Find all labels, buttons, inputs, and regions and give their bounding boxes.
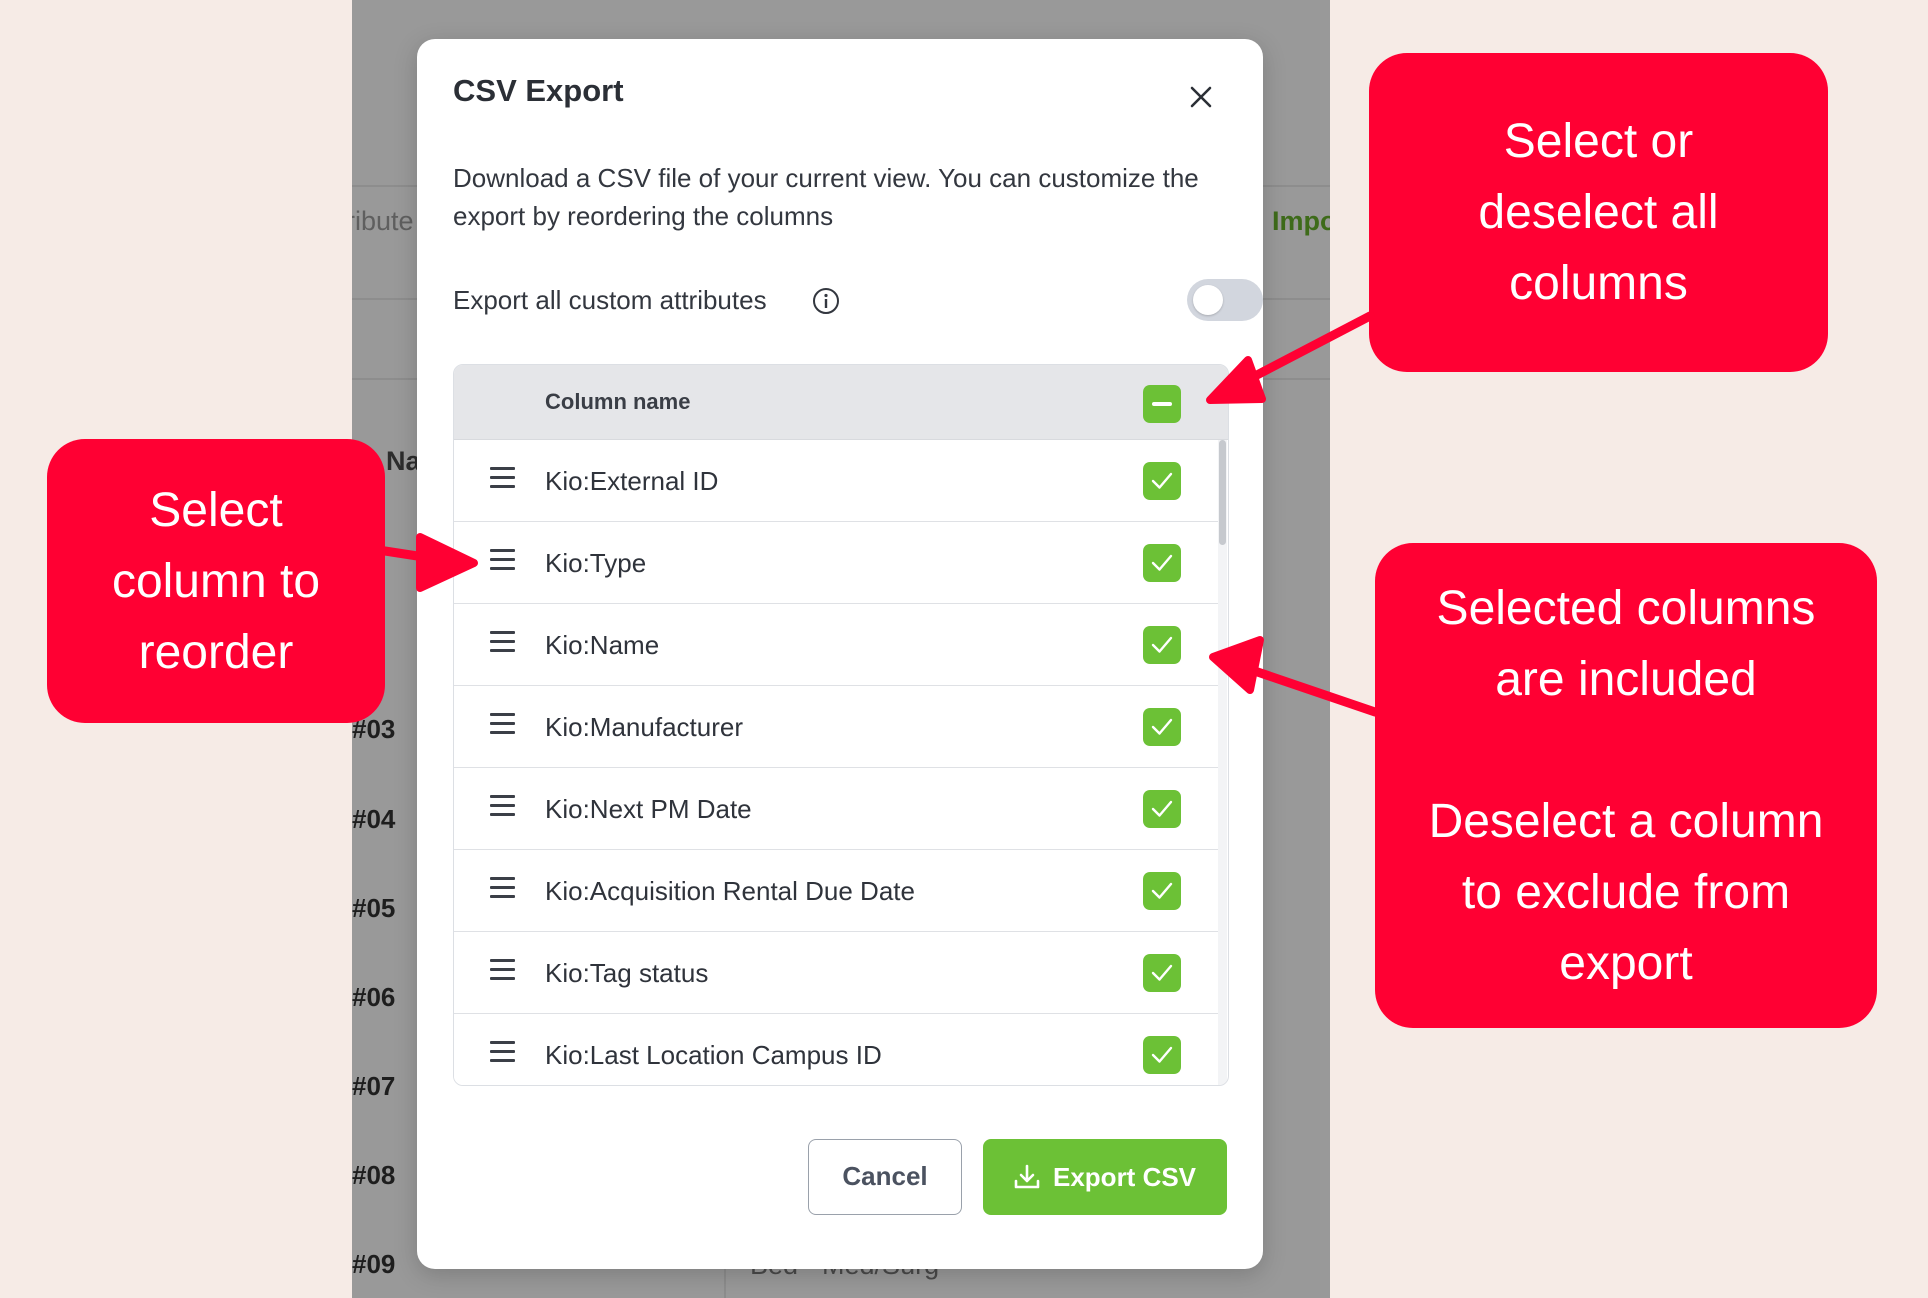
background-row-id: #09 [352,1249,396,1279]
column-row[interactable]: Kio:Manufacturer [454,686,1218,768]
table-header: Column name [454,365,1228,440]
background-column-header: Na [386,446,421,476]
column-checkbox[interactable] [1143,790,1181,828]
drag-handle-icon[interactable] [490,631,516,653]
column-list: Kio:External ID Kio:Type Kio:Name Kio:Manuf… [454,440,1218,1085]
toggle-label: Export all custom attributes [453,285,767,315]
column-row[interactable]: Kio:Name [454,604,1218,686]
drag-handle-icon[interactable] [490,959,516,981]
column-name-header: Column name [545,389,691,414]
scrollbar-thumb[interactable] [1219,440,1226,545]
callout-selected-text: Selected columns are included Deselect a… [1428,581,1824,990]
background-row-id: #08 [352,1160,396,1190]
column-row-label: Kio:Last Location Campus ID [545,1040,882,1070]
column-row-label: Kio:Type [545,548,647,578]
background-row-id: #04 [352,804,396,834]
background-row-id: #07 [352,1071,396,1101]
callout-selected-columns: Selected columns are included Deselect a… [1375,543,1877,1028]
info-icon[interactable] [812,287,840,315]
dialog-description: Download a CSV file of your current view… [453,163,1199,231]
export-custom-attributes-row: Export all custom attributes [453,279,1263,325]
drag-handle-icon[interactable] [490,549,516,571]
download-icon [1014,1164,1040,1189]
column-row-label: Kio:Manufacturer [545,712,743,742]
column-checkbox[interactable] [1143,954,1181,992]
column-checkbox[interactable] [1143,626,1181,664]
select-all-checkbox[interactable] [1143,385,1181,423]
dialog-title: CSV Export [453,73,624,108]
export-csv-label: Export CSV [1053,1162,1197,1192]
export-custom-attributes-toggle[interactable] [1187,279,1263,321]
column-row-label: Kio:Name [545,630,660,660]
column-checkbox[interactable] [1143,544,1181,582]
scrollbar[interactable] [1218,440,1227,1085]
column-checkbox[interactable] [1143,462,1181,500]
close-icon[interactable] [1183,79,1219,115]
column-row[interactable]: Kio:External ID [454,440,1218,522]
csv-export-dialog: CSV Export Download a CSV file of your c… [417,39,1263,1269]
column-row-label: Kio:Acquisition Rental Due Date [545,876,915,906]
column-row[interactable]: Kio:Last Location Campus ID [454,1014,1218,1085]
background-tab-active: Impo [1272,206,1330,236]
callout-reorder: Select column to reorder [47,439,385,723]
column-checkbox[interactable] [1143,1036,1181,1074]
callout-select-all: Select or deselect all columns [1369,53,1828,372]
columns-table: Column name Kio:External ID Kio:Type Kio:N… [453,364,1229,1086]
background-row-id: #06 [352,982,396,1012]
column-checkbox[interactable] [1143,708,1181,746]
column-row-label: Kio:Next PM Date [545,794,752,824]
cancel-button[interactable]: Cancel [808,1139,962,1215]
column-row[interactable]: Kio:Next PM Date [454,768,1218,850]
drag-handle-icon[interactable] [490,713,516,735]
column-checkbox[interactable] [1143,872,1181,910]
column-row[interactable]: Kio:Tag status [454,932,1218,1014]
column-row-label: Kio:External ID [545,466,719,496]
export-csv-button[interactable]: Export CSV [983,1139,1227,1215]
drag-handle-icon[interactable] [490,877,516,899]
column-row-label: Kio:Tag status [545,958,709,988]
column-row[interactable]: Kio:Type [454,522,1218,604]
callout-reorder-text: Select column to reorder [111,483,321,679]
background-row-id: #05 [352,893,396,923]
callout-select-all-text: Select or deselect all columns [1478,115,1719,310]
drag-handle-icon[interactable] [490,1041,516,1063]
drag-handle-icon[interactable] [490,795,516,817]
column-row[interactable]: Kio:Acquisition Rental Due Date [454,850,1218,932]
background-tab: ribute [352,206,414,236]
toggle-knob [1193,285,1223,315]
drag-handle-icon[interactable] [490,467,516,489]
